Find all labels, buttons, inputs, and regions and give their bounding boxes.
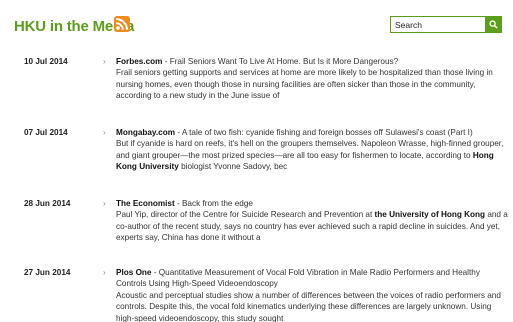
snippet-text: Frail seniors getting supports and servi… xyxy=(116,68,493,101)
separator: - xyxy=(174,199,182,208)
news-snippet: But if cyanide is hard on reefs, it's he… xyxy=(116,138,509,172)
news-date: 07 Jul 2014 xyxy=(24,128,68,137)
news-body: The Economist - Back from the edge Paul … xyxy=(116,198,509,244)
chevron-right-icon: › xyxy=(103,128,106,137)
news-date: 27 Jun 2014 xyxy=(24,268,71,277)
news-headline-link[interactable]: A tale of two fish: cyanide fishing and … xyxy=(182,128,473,137)
snippet-text: Paul Yip, director of the Centre for Sui… xyxy=(116,210,375,220)
news-list: 10 Jul 2014 › Forbes.com - Frail Seniors… xyxy=(0,0,513,322)
news-body: Plos One - Quantitative Measurement of V… xyxy=(116,267,509,322)
separator: - xyxy=(151,268,159,277)
news-snippet: Acoustic and perceptual studies show a n… xyxy=(116,290,509,322)
news-source-link[interactable]: Mongabay.com xyxy=(116,128,175,137)
news-snippet: Paul Yip, director of the Centre for Sui… xyxy=(116,209,509,243)
chevron-right-icon: › xyxy=(103,199,106,208)
snippet-highlight: the University of Hong Kong xyxy=(374,210,486,220)
news-date: 10 Jul 2014 xyxy=(24,57,68,66)
snippet-text: Acoustic and perceptual studies show a n… xyxy=(116,290,501,322)
news-source-link[interactable]: Plos One xyxy=(116,268,152,277)
chevron-right-icon: › xyxy=(103,268,106,277)
news-headline-link[interactable]: Back from the edge xyxy=(182,199,253,208)
chevron-right-icon: › xyxy=(103,57,106,66)
news-date: 28 Jun 2014 xyxy=(24,199,71,208)
separator: - xyxy=(162,57,170,66)
separator: - xyxy=(175,128,182,137)
snippet-text-end: biologist Yvonne Sadovy, bec xyxy=(178,162,288,172)
news-source-link[interactable]: Forbes.com xyxy=(116,57,162,66)
news-headline-link[interactable]: Quantitative Measurement of Vocal Fold V… xyxy=(116,268,480,288)
news-headline-link[interactable]: Frail Seniors Want To Live At Home. But … xyxy=(170,57,398,66)
news-source-link[interactable]: The Economist xyxy=(116,199,175,208)
news-body: Forbes.com - Frail Seniors Want To Live … xyxy=(116,56,509,102)
snippet-text: But if cyanide is hard on reefs, it's he… xyxy=(116,139,504,160)
news-body: Mongabay.com - A tale of two fish: cyani… xyxy=(116,127,509,173)
news-snippet: Frail seniors getting supports and servi… xyxy=(116,67,509,101)
